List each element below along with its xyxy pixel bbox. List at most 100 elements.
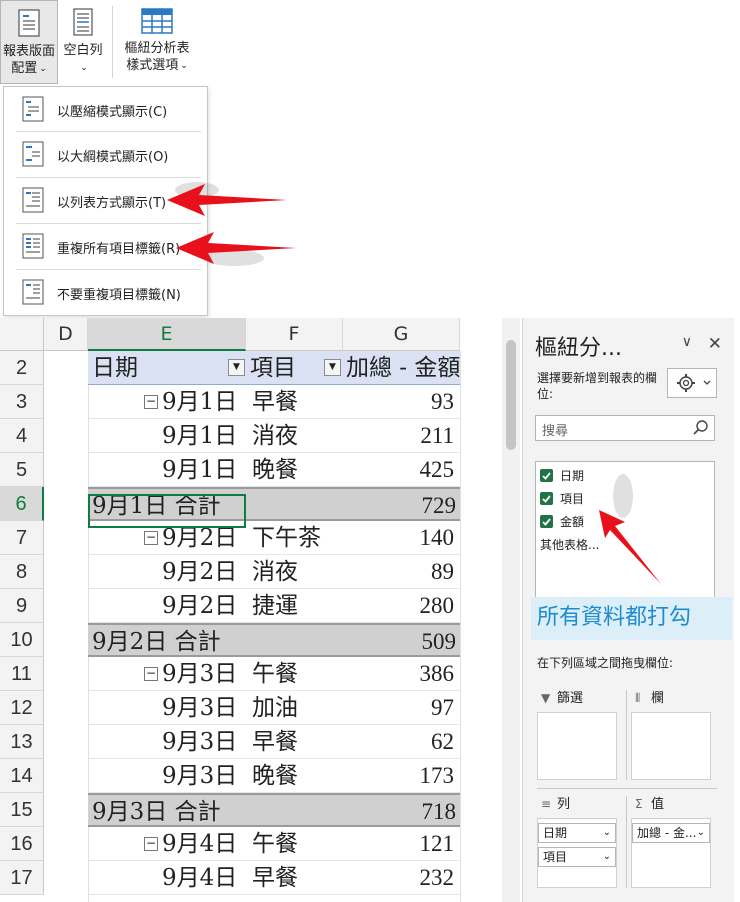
blank-rows-label: 空白列 (63, 43, 103, 58)
more-tables-link[interactable]: 其他表格... (540, 536, 599, 553)
date-cell: 9月3日 (162, 695, 238, 721)
row-header[interactable]: 11 (0, 657, 44, 691)
spreadsheet-grid[interactable]: D E F G 2 日期 ▼ 項目 ▼ 加總 - 金額 −9月1日 早餐 93 9月1… (0, 318, 500, 902)
amount-cell: 386 (419, 661, 455, 686)
column-header-e[interactable]: E (88, 318, 246, 351)
row-header[interactable]: 7 (0, 521, 44, 555)
subtotal-row[interactable]: 9月1日 合計 729 (88, 487, 460, 521)
vertical-scrollbar[interactable] (502, 318, 520, 902)
row-header[interactable]: 9 (0, 589, 44, 623)
chevron-down-icon[interactable]: ∨ (682, 334, 692, 350)
menu-item-compact[interactable]: 以壓縮模式顯示(C) (4, 87, 207, 131)
row-header[interactable]: 10 (0, 623, 44, 657)
row-header[interactable]: 16 (0, 827, 44, 861)
item-cell: 早餐 (252, 389, 298, 415)
rows-drop-zone[interactable]: 日期 ⌄ 項目 ⌄ (537, 818, 617, 888)
row-header[interactable]: 6 (0, 487, 44, 521)
item-cell: 消夜 (252, 423, 298, 449)
table-row[interactable]: 9月1日 晚餐 425 (88, 453, 460, 487)
subtotal-row[interactable]: 9月2日 合計 509 (88, 623, 460, 657)
menu-item-label: 重複所有項目標籤(R) (57, 242, 181, 257)
filter-dropdown-icon[interactable]: ▼ (324, 359, 341, 376)
collapse-icon[interactable]: − (144, 395, 158, 409)
sigma-icon: Σ (635, 797, 643, 811)
field-search-input[interactable]: 搜尋 (535, 415, 715, 441)
subtotal-label: 9月2日 合計 (92, 629, 221, 655)
table-row[interactable]: −9月2日 下午茶 140 (88, 521, 460, 555)
table-row[interactable]: −9月1日 早餐 93 (88, 385, 460, 419)
table-row[interactable]: 9月2日 捷運 280 (88, 589, 460, 623)
chevron-down-icon: ⌄ (602, 827, 611, 838)
table-row[interactable]: 9月3日 早餐 62 (88, 725, 460, 759)
amount-cell: 140 (419, 525, 455, 550)
close-icon[interactable]: ✕ (708, 334, 722, 354)
table-row[interactable]: 9月1日 消夜 211 (88, 419, 460, 453)
table-row[interactable]: −9月4日 午餐 121 (88, 827, 460, 861)
header-date: 日期 (92, 355, 138, 381)
checkbox-checked-icon[interactable] (540, 469, 553, 482)
row-header[interactable]: 2 (0, 351, 44, 385)
row-header[interactable]: 12 (0, 691, 44, 725)
checkbox-checked-icon[interactable] (540, 515, 553, 528)
pivot-header-row: 日期 ▼ 項目 ▼ 加總 - 金額 (88, 351, 460, 385)
no-repeat-labels-icon (22, 279, 44, 305)
collapse-icon[interactable]: − (144, 837, 158, 851)
row-header[interactable]: 15 (0, 793, 44, 827)
pivot-style-options-button[interactable]: 樞紐分析表 樣式選項 ⌄ (118, 0, 196, 84)
collapse-icon[interactable]: − (144, 531, 158, 545)
row-header[interactable]: 3 (0, 385, 44, 419)
column-header-f[interactable]: F (246, 318, 343, 351)
row-header[interactable]: 5 (0, 453, 44, 487)
settings-button[interactable] (667, 368, 717, 398)
filter-drop-zone[interactable] (537, 712, 617, 780)
gear-icon (677, 374, 711, 392)
row-header[interactable]: 14 (0, 759, 44, 793)
column-header-d[interactable]: D (44, 318, 88, 351)
item-cell: 午餐 (252, 661, 298, 687)
chevron-down-icon: ⌄ (696, 827, 705, 838)
row-header[interactable]: 8 (0, 555, 44, 589)
checkbox-checked-icon[interactable] (540, 492, 553, 505)
select-all-corner[interactable] (0, 318, 44, 351)
table-row[interactable]: 9月4日 早餐 232 (88, 861, 460, 895)
column-header-g[interactable]: G (343, 318, 460, 351)
item-cell: 晚餐 (252, 457, 298, 483)
menu-item-label: 不要重複項目標籤(N) (57, 288, 181, 303)
chevron-down-icon: ⌄ (180, 61, 188, 71)
columns-icon: ⦀ (635, 691, 641, 705)
amount-cell: 121 (419, 831, 455, 856)
date-cell: 9月4日 (162, 865, 238, 891)
amount-cell: 97 (431, 695, 454, 720)
row-header[interactable]: 17 (0, 861, 44, 895)
search-icon (693, 420, 708, 435)
table-row[interactable]: −9月3日 午餐 386 (88, 657, 460, 691)
pane-title: 樞紐分... (535, 336, 622, 361)
subtotal-row[interactable]: 9月3日 合計 718 (88, 793, 460, 827)
menu-item-outline[interactable]: 以大綱模式顯示(O) (4, 132, 207, 176)
date-cell: 9月1日 (162, 389, 238, 415)
amount-cell: 93 (431, 389, 454, 414)
menu-item-no-repeat-labels[interactable]: 不要重複項目標籤(N) (4, 270, 207, 314)
scrollbar-thumb[interactable] (506, 340, 516, 450)
columns-zone-header: ⦀ 欄 (635, 688, 664, 708)
rows-icon: ≡ (541, 797, 552, 811)
row-header[interactable]: 13 (0, 725, 44, 759)
field-label: 金額 (560, 515, 585, 529)
filter-dropdown-icon[interactable]: ▼ (228, 359, 245, 376)
columns-drop-zone[interactable] (631, 712, 711, 780)
repeat-labels-icon (22, 233, 44, 259)
field-label: 日期 (560, 469, 585, 483)
value-field-sum[interactable]: 加總 - 金... ⌄ (632, 823, 710, 843)
collapse-icon[interactable]: − (144, 667, 158, 681)
report-layout-button[interactable]: 報表版面 配置 ⌄ (0, 0, 58, 84)
table-row[interactable]: 9月3日 加油 97 (88, 691, 460, 725)
subtotal-label: 9月1日 合計 (92, 493, 221, 519)
table-row[interactable]: 9月2日 消夜 89 (88, 555, 460, 589)
subtotal-label: 9月3日 合計 (92, 799, 221, 825)
values-drop-zone[interactable]: 加總 - 金... ⌄ (631, 818, 711, 888)
row-field-date[interactable]: 日期 ⌄ (538, 823, 616, 843)
row-field-item[interactable]: 項目 ⌄ (538, 847, 616, 867)
table-row[interactable]: 9月3日 晚餐 173 (88, 759, 460, 793)
row-header[interactable]: 4 (0, 419, 44, 453)
blank-rows-button[interactable]: 空白列 ⌄ (60, 0, 106, 84)
